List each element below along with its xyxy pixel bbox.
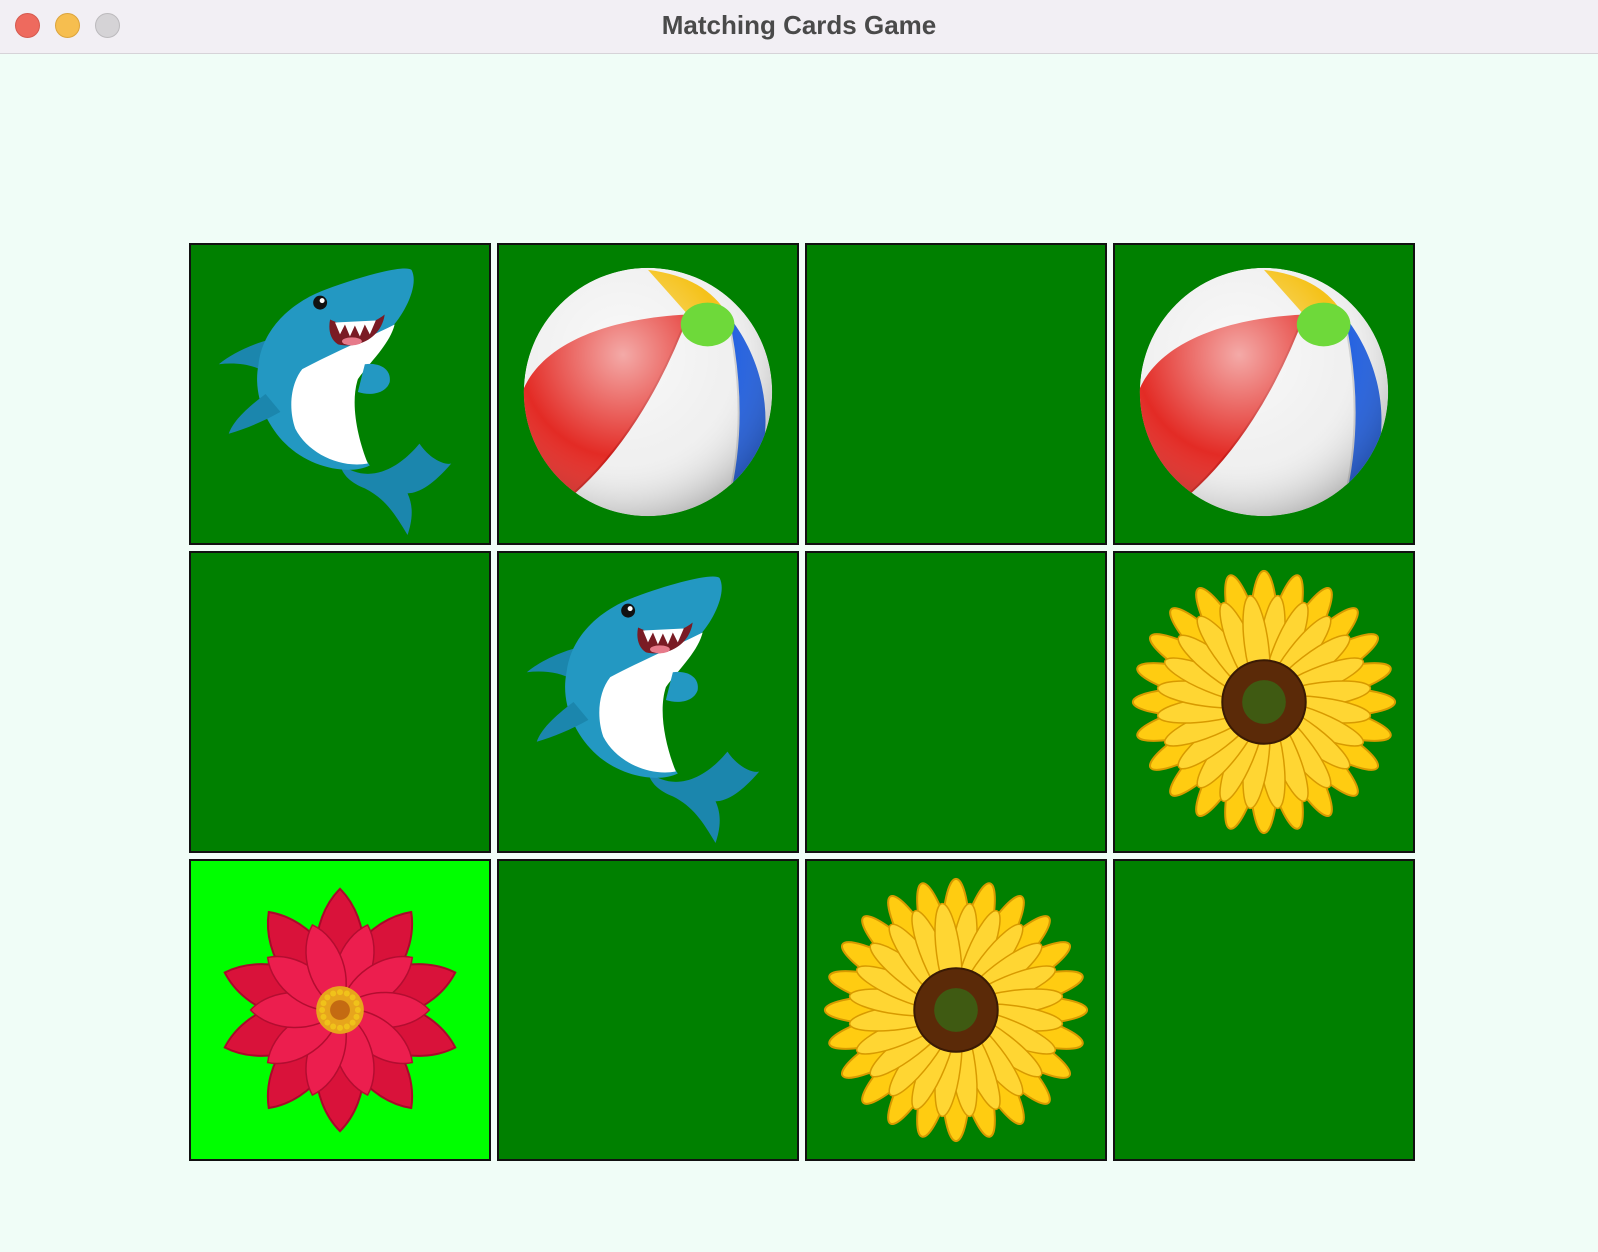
card-r2-c1[interactable] bbox=[189, 551, 491, 853]
title-bar: Matching Cards Game bbox=[0, 0, 1598, 54]
shark-icon bbox=[218, 268, 452, 536]
card-r3-c2[interactable] bbox=[497, 859, 799, 1161]
card-grid bbox=[189, 243, 1415, 1162]
sunflower-icon bbox=[1131, 569, 1397, 835]
card-r1-c4[interactable] bbox=[1113, 243, 1415, 545]
card-r1-c2[interactable] bbox=[497, 243, 799, 545]
card-r2-c2[interactable] bbox=[497, 551, 799, 853]
card-r2-c3[interactable] bbox=[805, 551, 1107, 853]
shark-icon bbox=[526, 576, 760, 844]
beach-ball-icon bbox=[523, 267, 773, 517]
card-r1-c1[interactable] bbox=[189, 243, 491, 545]
card-r2-c4[interactable] bbox=[1113, 551, 1415, 853]
sunflower-icon bbox=[823, 877, 1089, 1143]
game-window: Matching Cards Game bbox=[0, 0, 1598, 1252]
window-title: Matching Cards Game bbox=[661, 10, 937, 40]
card-r1-c3[interactable] bbox=[805, 243, 1107, 545]
card-r3-c1[interactable] bbox=[189, 859, 491, 1161]
red-dahlia-icon bbox=[223, 887, 457, 1133]
card-r3-c4[interactable] bbox=[1113, 859, 1415, 1161]
beach-ball-icon bbox=[1139, 267, 1389, 517]
card-r3-c3[interactable] bbox=[805, 859, 1107, 1161]
